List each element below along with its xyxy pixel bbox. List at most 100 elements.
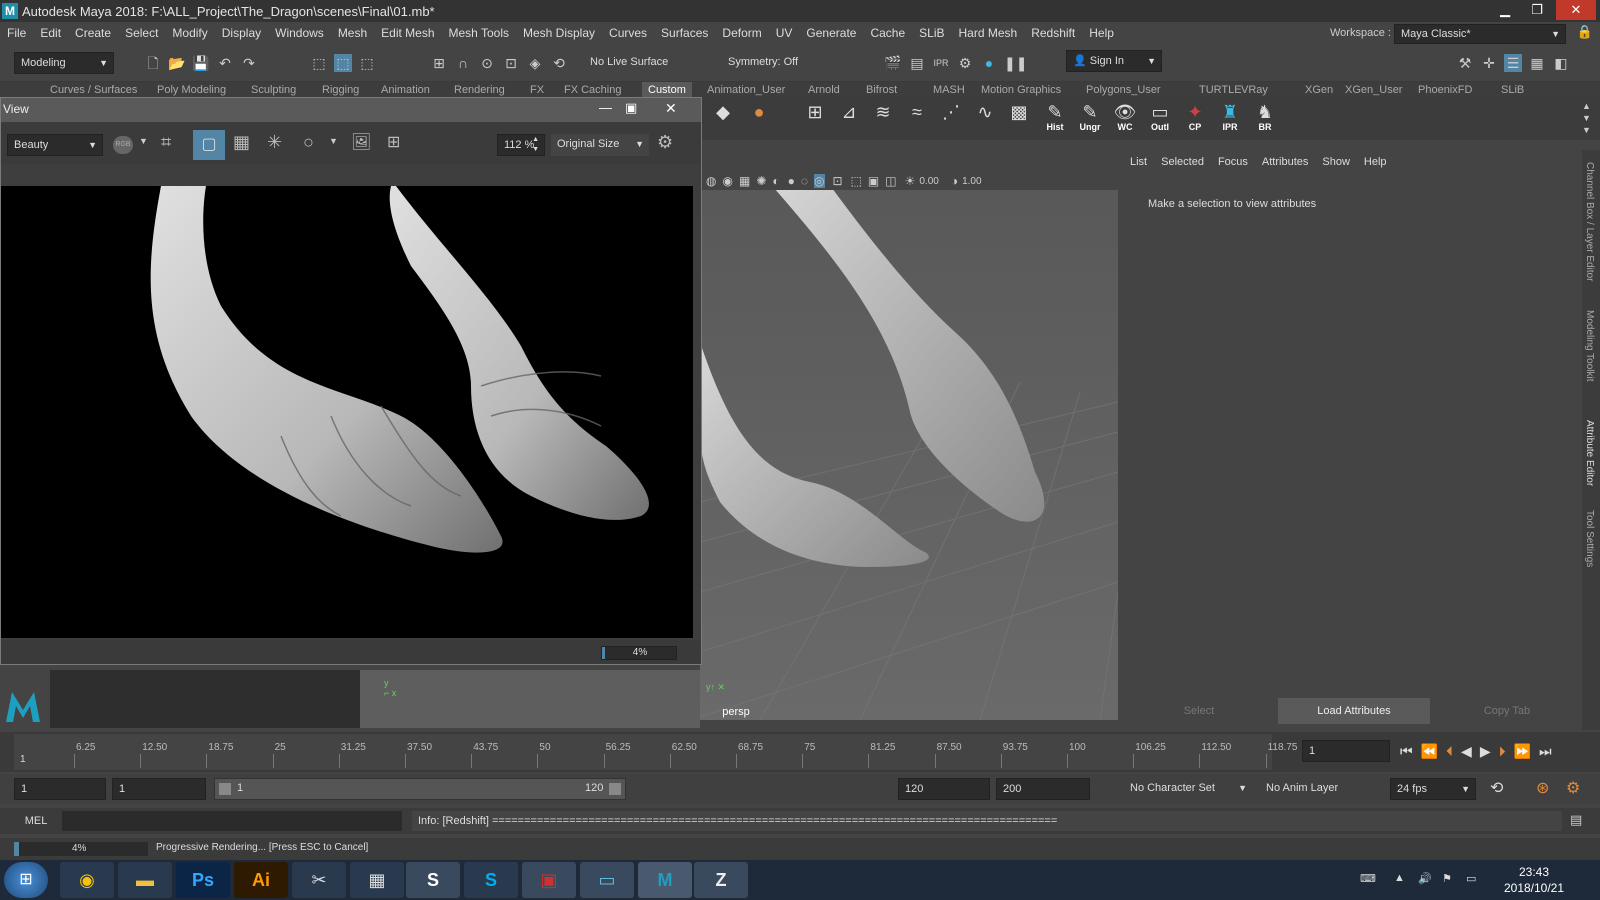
shelf-guides-icon[interactable]: ⋰	[936, 102, 966, 134]
gamma-icon[interactable]: ◑	[951, 174, 958, 188]
region-icon[interactable]: ▢	[193, 130, 225, 160]
loop-icon[interactable]: ⟲	[1490, 778, 1503, 798]
symmetry-field[interactable]: Symmetry: Off	[722, 52, 830, 74]
render-image[interactable]	[1, 186, 693, 638]
exposure-icon[interactable]: ☀	[905, 174, 916, 188]
shelf-tab-fx[interactable]: FX	[530, 82, 544, 98]
shelf-tab-fx-caching[interactable]: FX Caching	[564, 82, 621, 98]
grid-icon[interactable]: ▦	[233, 132, 250, 153]
menu-edit[interactable]: Edit	[33, 22, 68, 44]
menu-select[interactable]: Select	[118, 22, 165, 44]
select-object-icon[interactable]: ⬚	[334, 54, 352, 72]
shelf-curves-icon[interactable]: ∿	[970, 102, 1000, 134]
modeling-toolkit-icon[interactable]: ⚒	[1456, 54, 1474, 72]
attr-menu-help[interactable]: Help	[1364, 156, 1387, 168]
menu-file[interactable]: File	[0, 22, 33, 44]
command-input[interactable]	[62, 811, 402, 831]
live-surface-field[interactable]: No Live Surface	[584, 52, 694, 74]
side-tab-channel-box[interactable]: Channel Box / Layer Editor	[1584, 162, 1595, 282]
shelf-scroll-icon[interactable]: ▲ ▼ ▼	[1582, 100, 1591, 136]
menu-set-dropdown[interactable]: Modeling ▼	[14, 52, 114, 74]
menu-generate[interactable]: Generate	[799, 22, 863, 44]
shelf-tab-vray[interactable]: VRay	[1241, 82, 1268, 98]
shelf-tab-xgen[interactable]: XGen	[1305, 82, 1333, 98]
shelf-tab-polygons-user[interactable]: Polygons_User	[1086, 82, 1161, 98]
go-to-start-icon[interactable]: ⏮	[1400, 743, 1413, 760]
resolution-gate-icon[interactable]: ▣	[868, 174, 879, 188]
zbrush-taskbar-icon[interactable]: Z	[694, 862, 748, 898]
step-forward-key-icon[interactable]: ⏩	[1514, 743, 1531, 760]
render-view-maximize-button[interactable]: ▣	[625, 100, 637, 116]
shelf-tab-xgen-user[interactable]: XGen_User	[1345, 82, 1402, 98]
crop-icon[interactable]: ⌗	[161, 132, 171, 153]
select-hierarchy-icon[interactable]: ⬚	[310, 54, 328, 72]
shelf-grid-icon[interactable]: ⊞	[800, 102, 830, 134]
scene-start-field[interactable]: 1	[14, 778, 106, 800]
chrome-taskbar-icon[interactable]: ◉	[60, 862, 114, 898]
attr-menu-focus[interactable]: Focus	[1218, 156, 1248, 168]
attr-menu-show[interactable]: Show	[1322, 156, 1350, 168]
range-start-handle[interactable]	[219, 783, 231, 795]
command-language-label[interactable]: MEL	[14, 812, 58, 830]
anim-prefs-icon[interactable]: ⚙	[1566, 778, 1580, 798]
snipping-tool-taskbar-icon[interactable]: ✂	[292, 862, 346, 898]
attr-menu-list[interactable]: List	[1130, 156, 1147, 168]
start-button[interactable]: ⊞	[4, 862, 48, 898]
script-editor-icon[interactable]: ▤	[1570, 812, 1582, 828]
undo-icon[interactable]: ↶	[216, 54, 234, 72]
freeze-icon[interactable]: ✳	[267, 132, 282, 153]
perspective-viewport[interactable]: y↑ ✕	[700, 172, 1118, 720]
transform-icon[interactable]: ✛	[1480, 54, 1498, 72]
shelf-tab-sculpting[interactable]: Sculpting	[251, 82, 296, 98]
shelf-tab-slib[interactable]: SLiB	[1501, 82, 1524, 98]
shelf-wc-button[interactable]: 👁 WC	[1110, 102, 1140, 134]
menu-display[interactable]: Display	[215, 22, 268, 44]
shelf-plane-icon[interactable]: ◆	[708, 102, 738, 134]
shelf-tab-rigging[interactable]: Rigging	[322, 82, 359, 98]
save-scene-icon[interactable]: 💾	[192, 54, 210, 72]
rgb-channel-button[interactable]: RGB	[113, 136, 133, 154]
smooth-shade-icon[interactable]: ◉	[722, 174, 732, 188]
side-tab-attribute-editor[interactable]: Attribute Editor	[1584, 420, 1595, 486]
ipr-render-icon[interactable]: IPR	[932, 54, 950, 72]
shelf-sphere-icon[interactable]: ●	[744, 102, 774, 134]
xray-icon[interactable]: ◌	[801, 174, 808, 188]
maximize-button[interactable]: ❐	[1522, 0, 1552, 20]
gamma-field[interactable]: 1.00	[962, 176, 981, 187]
shelf-tab-curves-surfaces[interactable]: Curves / Surfaces	[50, 82, 137, 98]
menu-mesh[interactable]: Mesh	[331, 22, 374, 44]
anim-layer-dropdown[interactable]: No Anim Layer	[1260, 778, 1370, 800]
photoshop-taskbar-icon[interactable]: Ps	[176, 862, 230, 898]
lock-icon[interactable]: 🔒	[1576, 24, 1594, 44]
gate-mask-icon[interactable]: ◫	[885, 174, 896, 188]
menu-cache[interactable]: Cache	[863, 22, 912, 44]
snap-view-icon[interactable]: ⊡	[502, 54, 520, 72]
sketch-taskbar-icon[interactable]: S	[406, 862, 460, 898]
tool-settings-icon[interactable]: ▦	[1528, 54, 1546, 72]
shadow-icon[interactable]: ◐	[772, 174, 779, 188]
attr-menu-selected[interactable]: Selected	[1161, 156, 1204, 168]
keyboard-tray-icon[interactable]: ⌨	[1360, 872, 1376, 885]
shelf-pivot-icon[interactable]: ⊿	[834, 102, 864, 134]
shelf-tab-bifrost[interactable]: Bifrost	[866, 82, 897, 98]
texture-icon[interactable]: ▦	[739, 174, 750, 188]
shelf-tab-turtle[interactable]: TURTLE	[1199, 82, 1242, 98]
copy-tab-button[interactable]: Copy Tab	[1434, 698, 1580, 724]
render-view-titlebar[interactable]: View — ▣ ✕	[1, 98, 701, 122]
pause-render-icon[interactable]: ❚❚	[1004, 54, 1027, 72]
render-frame-icon[interactable]: 🎬	[884, 54, 902, 72]
scene-end-field[interactable]: 200	[996, 778, 1090, 800]
play-backward-icon[interactable]: ◀	[1461, 743, 1472, 760]
redo-icon[interactable]: ↷	[240, 54, 258, 72]
shelf-hair-icon[interactable]: ≋	[868, 102, 898, 134]
minimize-button[interactable]: ▁	[1490, 0, 1520, 20]
app-red-taskbar-icon[interactable]: ▣	[522, 862, 576, 898]
shelf-tab-motion-graphics[interactable]: Motion Graphics	[981, 82, 1061, 98]
shelf-tab-arnold[interactable]: Arnold	[808, 82, 840, 98]
go-to-end-icon[interactable]: ⏭	[1539, 743, 1552, 760]
close-button[interactable]: ✕	[1556, 0, 1596, 20]
channel-dropdown-arrow-icon[interactable]: ▼	[139, 136, 148, 146]
shelf-tab-rendering[interactable]: Rendering	[454, 82, 505, 98]
shelf-ungr-button[interactable]: ✎ Ungr	[1075, 102, 1105, 134]
shelf-ipr-button[interactable]: ♜ IPR	[1215, 102, 1245, 134]
